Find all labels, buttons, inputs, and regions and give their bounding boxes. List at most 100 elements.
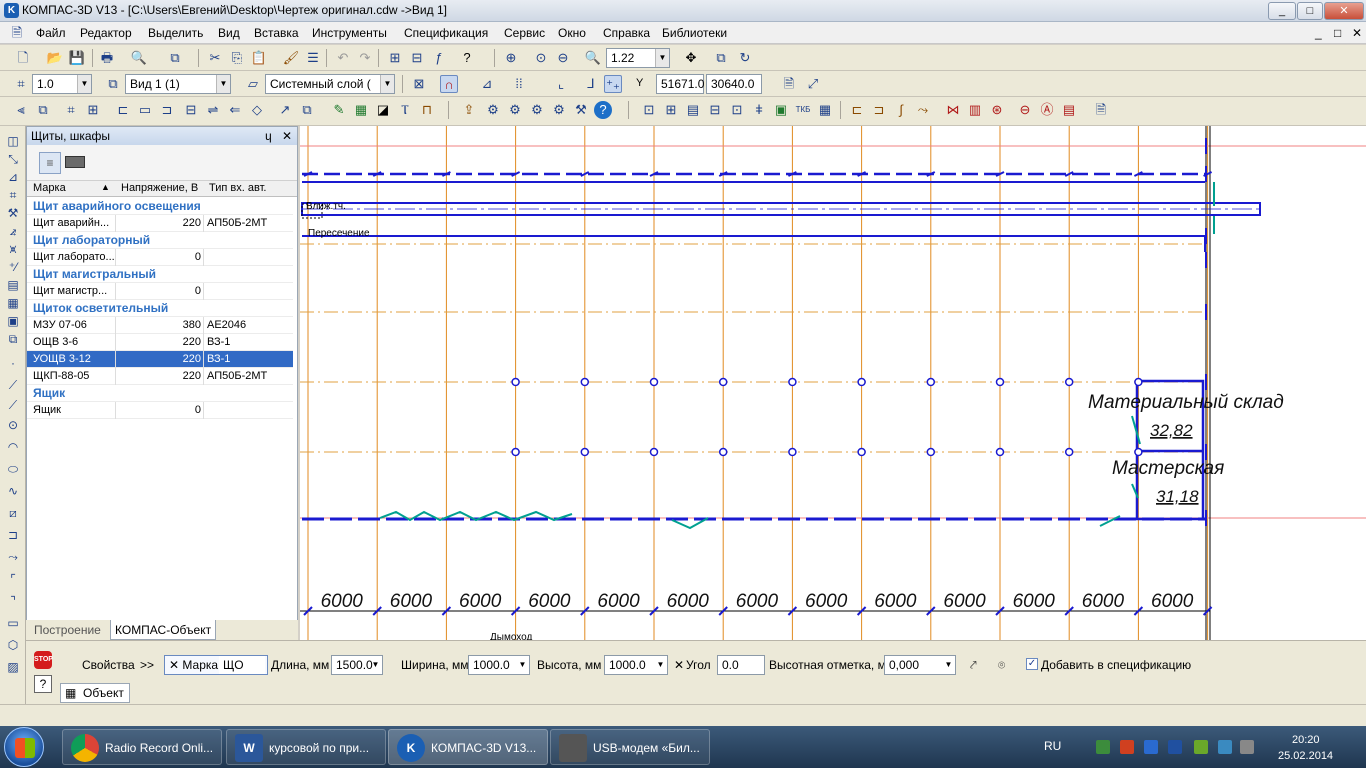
format-brush-icon[interactable]: 🖌 xyxy=(282,49,300,67)
round-icon[interactable]: ⁺₊ xyxy=(604,75,622,93)
cursor-tool-icon[interactable]: ⤢ xyxy=(804,75,822,93)
room-area-warehouse[interactable]: 32,82 xyxy=(1150,421,1193,440)
menu-insert[interactable]: Вставка xyxy=(254,26,299,40)
grid-icon[interactable]: ⁞⁞ xyxy=(510,75,528,93)
room-name-warehouse[interactable]: Материальный склад xyxy=(1088,392,1284,413)
tool-icon[interactable]: ▣ xyxy=(772,101,790,119)
tool-icon[interactable]: Ⲧ xyxy=(396,101,414,119)
print-icon[interactable]: 🖶 xyxy=(98,49,116,67)
tool-icon[interactable]: ⊏ xyxy=(114,101,132,119)
mark-input[interactable]: ЩО xyxy=(219,656,265,674)
menu-window[interactable]: Окно xyxy=(558,26,586,40)
aux-line-icon[interactable]: ⟋ xyxy=(4,376,22,394)
paste-icon[interactable]: 📋 xyxy=(250,49,268,67)
geometry-icon[interactable]: ◫ xyxy=(4,132,22,150)
tool-icon[interactable]: ◪ xyxy=(374,101,392,119)
cut-icon[interactable]: ✂ xyxy=(206,49,224,67)
tool-icon[interactable]: ⊛ xyxy=(988,101,1006,119)
chamfer-icon[interactable]: ⌝ xyxy=(4,592,22,610)
pick-icon[interactable]: ⤤ xyxy=(970,658,977,673)
circle-icon[interactable]: ⊙ xyxy=(4,416,22,434)
menu-service[interactable]: Сервис xyxy=(504,26,545,40)
properties-button[interactable]: Свойства xyxy=(82,658,135,672)
tool-icon[interactable]: ⊐ xyxy=(158,101,176,119)
bluetooth-icon[interactable] xyxy=(1168,740,1182,754)
volume-icon[interactable] xyxy=(1240,740,1254,754)
tool-icon[interactable]: ⊟ xyxy=(182,101,200,119)
dimension-label[interactable]: 6000 xyxy=(1013,591,1056,612)
point-icon[interactable]: · xyxy=(4,354,22,372)
task-chrome[interactable]: Radio Record Onli... xyxy=(62,729,222,765)
library-icon[interactable]: ⧉ xyxy=(4,330,22,348)
list-item[interactable]: ЩКП-88-05 220 АП50Б-2МТ xyxy=(27,368,293,385)
local-cs-icon[interactable]: ⌞ xyxy=(552,75,570,93)
tool-icon[interactable]: ǂ xyxy=(750,101,768,119)
list-item[interactable]: МЗУ 07-06 380 АЕ2046 xyxy=(27,317,293,334)
parameters-icon[interactable]: ⊠ xyxy=(410,75,428,93)
column-node[interactable] xyxy=(649,447,659,457)
column-node[interactable] xyxy=(718,447,728,457)
column-node[interactable] xyxy=(926,447,936,457)
measure-icon[interactable]: ⦨ xyxy=(4,222,22,240)
designations-icon[interactable]: ⊿ xyxy=(4,168,22,186)
tool-icon[interactable]: ⫷ xyxy=(12,101,30,119)
arc-icon[interactable]: ◠ xyxy=(4,438,22,456)
function-icon[interactable]: ƒ xyxy=(430,49,448,67)
tool-icon[interactable]: ⊓ xyxy=(418,101,436,119)
rectangle-icon[interactable]: ▭ xyxy=(4,614,22,632)
tool-icon[interactable]: ▤ xyxy=(1060,101,1078,119)
tool-icon[interactable]: ⚒ xyxy=(572,101,590,119)
tool-icon[interactable]: ⊡ xyxy=(728,101,746,119)
preview-view-icon[interactable] xyxy=(65,156,85,168)
coord-x-field[interactable]: 51671.0 xyxy=(656,74,704,94)
menu-view[interactable]: Вид xyxy=(218,26,240,40)
segment-icon[interactable]: ⟋ xyxy=(4,396,22,414)
select-icon[interactable]: ⩙ xyxy=(4,240,22,258)
tool-icon[interactable]: ⧉ xyxy=(34,101,52,119)
copy-icon[interactable]: ⎘ xyxy=(228,49,246,67)
room-area-workshop[interactable]: 31,18 xyxy=(1156,487,1199,506)
expand-button[interactable]: >> xyxy=(140,658,154,672)
dimension-label[interactable]: 6000 xyxy=(874,591,917,612)
ellipse-icon[interactable]: ⬭ xyxy=(4,460,22,478)
tab-kompas-object[interactable]: КОМПАС-Объект xyxy=(110,620,217,640)
column-node[interactable] xyxy=(580,377,590,387)
tool-icon[interactable]: ⊞ xyxy=(84,101,102,119)
task-kompas[interactable]: K КОМПАС-3D V13... xyxy=(388,729,548,765)
tool-icon[interactable]: ⌗ xyxy=(62,101,80,119)
polyline-icon[interactable]: ⤳ xyxy=(4,548,22,566)
dimension-label[interactable]: 6000 xyxy=(1151,591,1194,612)
column-node[interactable] xyxy=(580,447,590,457)
column-node[interactable] xyxy=(995,377,1005,387)
list-view-icon[interactable]: ≡ xyxy=(39,152,61,174)
task-usb-modem[interactable]: USB-модем «Бил... xyxy=(550,729,710,765)
clock-date[interactable]: 25.02.2014 xyxy=(1278,750,1333,762)
group-row[interactable]: Щит магистральный xyxy=(27,266,293,283)
parametrization-icon[interactable]: ⚒ xyxy=(4,204,22,222)
dimension-label[interactable]: 6000 xyxy=(597,591,640,612)
stop-icon[interactable]: STOP xyxy=(34,651,53,669)
pin-icon[interactable]: ɥ xyxy=(265,127,272,145)
list-item[interactable]: УОЩВ 3-12 220 ВЗ-1 xyxy=(27,351,293,368)
tool-icon[interactable]: Ⓐ xyxy=(1038,101,1056,119)
list-item[interactable]: Щит лаборато... 0 xyxy=(27,249,293,266)
menu-specification[interactable]: Спецификация xyxy=(404,26,488,40)
tab-construction[interactable]: Построение xyxy=(30,620,105,640)
angle-lock-icon[interactable]: ✕ xyxy=(674,658,684,672)
drawing-svg[interactable]: Материальный склад 32,82 Мастерская 31,1… xyxy=(300,126,1366,640)
layer-combo[interactable]: Системный слой (▼ xyxy=(265,74,395,94)
elevation-input[interactable]: 0,000 ▼ xyxy=(884,655,956,675)
panel-close-icon[interactable]: ✕ xyxy=(282,127,292,145)
dimension-label[interactable]: 6000 xyxy=(321,591,364,612)
group-row[interactable]: Щит аварийного освещения xyxy=(27,198,293,215)
zoom-combo[interactable]: 1.22 ▼ xyxy=(606,48,670,68)
doc-minimize-button[interactable]: _ xyxy=(1315,26,1322,40)
room-name-workshop[interactable]: Мастерская xyxy=(1112,458,1224,479)
layer-state-icon[interactable]: ▱ xyxy=(244,75,262,93)
dimensions-icon[interactable]: ⤡ xyxy=(4,150,22,168)
dimension-label[interactable]: 6000 xyxy=(528,591,571,612)
height-input[interactable]: 1000.0 ▼ xyxy=(604,655,668,675)
fillet-icon[interactable]: ⌜ xyxy=(4,570,22,588)
list-item[interactable]: Щит магистр... 0 xyxy=(27,283,293,300)
hatch-pattern-icon[interactable]: ▨ xyxy=(4,658,22,676)
